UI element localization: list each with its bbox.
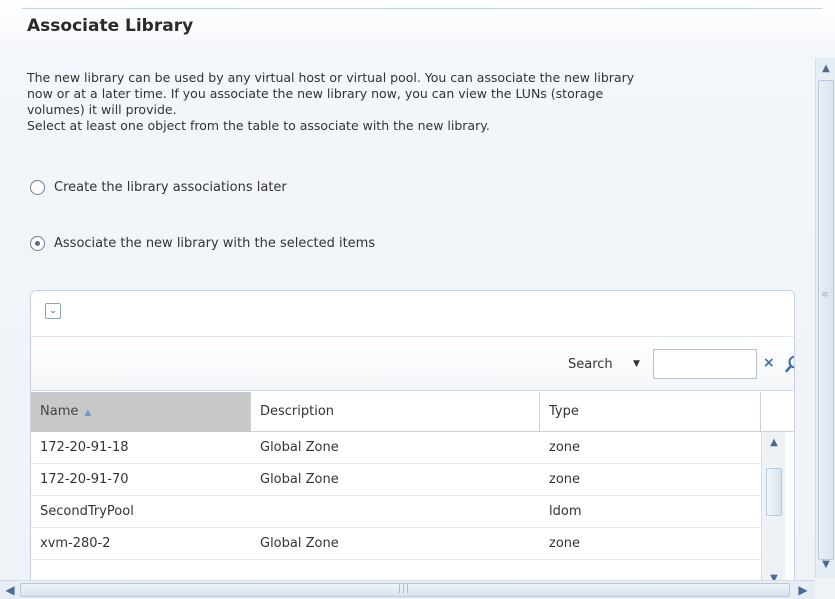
option-label: Associate the new library with the selec… bbox=[54, 236, 376, 251]
cell-name: xvm-280-2 bbox=[40, 536, 111, 551]
column-header-label: Description bbox=[260, 404, 335, 419]
cell-name: SecondTryPool bbox=[40, 504, 134, 519]
cell-type: zone bbox=[549, 472, 581, 487]
search-dropdown-icon[interactable]: ▼ bbox=[633, 359, 640, 369]
description-text: The new library can be used by any virtu… bbox=[27, 70, 817, 134]
column-header-name[interactable]: Name ▲ bbox=[31, 392, 251, 432]
sort-ascending-icon: ▲ bbox=[84, 408, 92, 418]
page-horizontal-scrollbar[interactable]: ◀ ||| ▶ bbox=[0, 580, 815, 599]
column-header-label: Name bbox=[40, 404, 79, 419]
cell-description: Global Zone bbox=[260, 440, 339, 455]
page-scrollbar-thumb[interactable] bbox=[818, 80, 834, 560]
table-scrollbar-thumb[interactable] bbox=[766, 468, 782, 516]
cell-type: zone bbox=[549, 440, 581, 455]
search-label[interactable]: Search bbox=[568, 357, 613, 372]
scroll-grip-icon: ||| bbox=[398, 584, 411, 594]
scroll-left-icon[interactable]: ◀ bbox=[3, 583, 17, 597]
description-line: volumes) it will provide. bbox=[27, 102, 177, 117]
search-input[interactable] bbox=[653, 349, 757, 379]
description-line: Select at least one object from the tabl… bbox=[27, 118, 490, 133]
cell-description: Global Zone bbox=[260, 472, 339, 487]
cell-name: 172-20-91-18 bbox=[40, 440, 129, 455]
radio-button-unchecked[interactable] bbox=[30, 180, 45, 195]
scroll-up-icon[interactable]: ▲ bbox=[819, 62, 833, 76]
scroll-grip-icon: ≡ bbox=[821, 290, 830, 300]
cell-type: ldom bbox=[549, 504, 582, 519]
collapse-icon[interactable]: ⌄ bbox=[45, 303, 61, 319]
table-row[interactable]: 172-20-91-70 Global Zone zone bbox=[31, 464, 761, 496]
scroll-up-icon[interactable]: ▲ bbox=[767, 436, 781, 450]
clear-search-icon[interactable]: × bbox=[763, 355, 775, 371]
page-title: Associate Library bbox=[27, 16, 194, 36]
cell-type: zone bbox=[549, 536, 581, 551]
table-scrollbar[interactable]: ▲ ▼ bbox=[761, 432, 785, 589]
radio-button-checked[interactable] bbox=[30, 236, 45, 251]
cell-description bbox=[251, 496, 260, 528]
column-header-type[interactable]: Type bbox=[540, 392, 761, 432]
search-icon[interactable] bbox=[783, 353, 795, 375]
table-row[interactable]: xvm-280-2 Global Zone zone bbox=[31, 528, 761, 560]
option-label: Create the library associations later bbox=[54, 180, 287, 195]
table-row[interactable]: 172-20-91-18 Global Zone zone bbox=[31, 432, 761, 464]
option-associate-now[interactable]: Associate the new library with the selec… bbox=[30, 236, 375, 251]
associations-table-panel: ⌄ Search ▼ × Name ▲ Description Type 172-… bbox=[30, 290, 795, 590]
description-line: now or at a later time. If you associate… bbox=[27, 86, 604, 101]
scroll-right-icon[interactable]: ▶ bbox=[796, 583, 810, 597]
option-create-later[interactable]: Create the library associations later bbox=[30, 180, 287, 195]
table-header: Name ▲ Description Type bbox=[31, 392, 794, 432]
table-row[interactable]: SecondTryPool ldom bbox=[31, 496, 761, 528]
column-header-description[interactable]: Description bbox=[251, 392, 540, 432]
scroll-down-icon[interactable]: ▼ bbox=[819, 558, 833, 572]
header-divider bbox=[22, 8, 822, 9]
cell-description: Global Zone bbox=[260, 536, 339, 551]
column-header-label: Type bbox=[549, 404, 579, 419]
search-bar: Search ▼ × bbox=[31, 337, 794, 391]
page-vertical-scrollbar[interactable]: ▲ ≡ ▼ bbox=[815, 58, 835, 578]
panel-toolbar: ⌄ bbox=[31, 291, 794, 337]
description-line: The new library can be used by any virtu… bbox=[27, 70, 635, 85]
cell-name: 172-20-91-70 bbox=[40, 472, 129, 487]
